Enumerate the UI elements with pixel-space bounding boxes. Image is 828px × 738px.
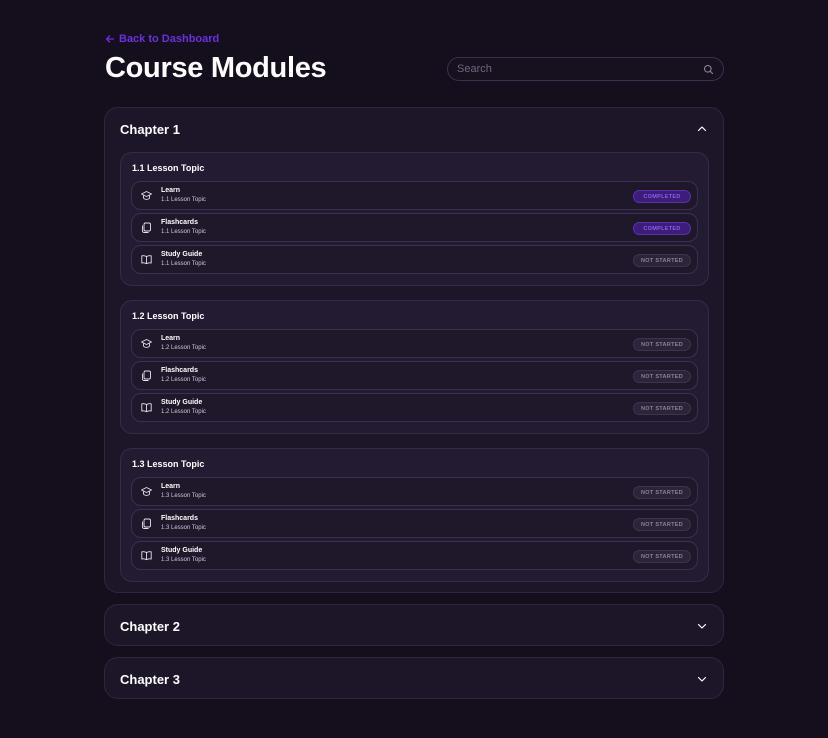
course-modules-page: Back to Dashboard Course Modules Chapter… — [0, 0, 828, 738]
chevron-up-icon[interactable] — [696, 123, 708, 135]
lesson-item-study-guide[interactable]: Study Guide 1.3 Lesson Topic NOT STARTED — [131, 541, 698, 570]
lesson-item-study-guide[interactable]: Study Guide 1.1 Lesson Topic NOT STARTED — [131, 245, 698, 274]
graduation-cap-icon — [140, 189, 153, 202]
status-badge: NOT STARTED — [633, 402, 691, 415]
status-badge: NOT STARTED — [633, 254, 691, 267]
item-subtitle: 1.2 Lesson Topic — [161, 409, 206, 415]
item-name: Study Guide — [161, 547, 203, 554]
lesson-item-study-guide[interactable]: Study Guide 1.2 Lesson Topic NOT STARTED — [131, 393, 698, 422]
lesson-item-flashcards[interactable]: Flashcards 1.3 Lesson Topic NOT STARTED — [131, 509, 698, 538]
lesson-item-learn[interactable]: Learn 1.2 Lesson Topic NOT STARTED — [131, 329, 698, 358]
status-badge: NOT STARTED — [633, 486, 691, 499]
item-name: Flashcards — [161, 367, 198, 374]
item-name: Learn — [161, 187, 181, 194]
lesson-item-learn[interactable]: Learn 1.3 Lesson Topic NOT STARTED — [131, 477, 698, 506]
item-name: Study Guide — [161, 251, 203, 258]
lesson-title: 1.1 Lesson Topic — [132, 163, 205, 173]
page-title: Course Modules — [105, 52, 327, 84]
chapter-1-panel: Chapter 1 1.1 Lesson Topic Learn 1.1 Les… — [104, 107, 724, 593]
item-subtitle: 1.1 Lesson Topic — [161, 229, 206, 235]
item-name: Flashcards — [161, 219, 198, 226]
book-icon — [140, 401, 153, 414]
back-link-label: Back to Dashboard — [119, 33, 220, 45]
status-badge: NOT STARTED — [633, 370, 691, 383]
chapter-title: Chapter 2 — [120, 618, 180, 634]
item-name: Study Guide — [161, 399, 203, 406]
lesson-item-flashcards[interactable]: Flashcards 1.2 Lesson Topic NOT STARTED — [131, 361, 698, 390]
status-badge: COMPLETED — [633, 190, 691, 203]
lesson-card: 1.1 Lesson Topic Learn 1.1 Lesson Topic … — [120, 152, 709, 286]
chapter-3-header[interactable]: Chapter 3 — [105, 658, 723, 700]
item-name: Flashcards — [161, 515, 198, 522]
book-icon — [140, 253, 153, 266]
item-name: Learn — [161, 483, 181, 490]
graduation-cap-icon — [140, 485, 153, 498]
item-name: Learn — [161, 335, 181, 342]
item-subtitle: 1.2 Lesson Topic — [161, 345, 206, 351]
status-badge: NOT STARTED — [633, 550, 691, 563]
lesson-title: 1.2 Lesson Topic — [132, 311, 205, 321]
chapter-3-panel[interactable]: Chapter 3 — [104, 657, 724, 699]
search-input[interactable] — [457, 63, 703, 75]
item-subtitle: 1.3 Lesson Topic — [161, 525, 206, 531]
chevron-down-icon[interactable] — [696, 620, 708, 632]
flashcards-icon — [140, 369, 153, 382]
chapter-title: Chapter 3 — [120, 671, 180, 687]
item-subtitle: 1.1 Lesson Topic — [161, 261, 206, 267]
status-badge: NOT STARTED — [633, 338, 691, 351]
search-icon[interactable] — [703, 64, 714, 75]
item-subtitle: 1.3 Lesson Topic — [161, 493, 206, 499]
status-badge: COMPLETED — [633, 222, 691, 235]
lesson-card: 1.2 Lesson Topic Learn 1.2 Lesson Topic … — [120, 300, 709, 434]
lesson-title: 1.3 Lesson Topic — [132, 459, 205, 469]
lesson-item-learn[interactable]: Learn 1.1 Lesson Topic COMPLETED — [131, 181, 698, 210]
search-box — [447, 57, 724, 81]
chapter-2-header[interactable]: Chapter 2 — [105, 605, 723, 647]
back-to-dashboard-link[interactable]: Back to Dashboard — [105, 33, 219, 45]
lesson-item-flashcards[interactable]: Flashcards 1.1 Lesson Topic COMPLETED — [131, 213, 698, 242]
status-badge: NOT STARTED — [633, 518, 691, 531]
graduation-cap-icon — [140, 337, 153, 350]
item-subtitle: 1.2 Lesson Topic — [161, 377, 206, 383]
arrow-left-icon — [105, 34, 115, 44]
item-subtitle: 1.1 Lesson Topic — [161, 197, 206, 203]
book-icon — [140, 549, 153, 562]
chevron-down-icon[interactable] — [696, 673, 708, 685]
item-subtitle: 1.3 Lesson Topic — [161, 557, 206, 563]
chapter-1-header[interactable]: Chapter 1 — [105, 108, 723, 150]
flashcards-icon — [140, 221, 153, 234]
flashcards-icon — [140, 517, 153, 530]
lesson-card: 1.3 Lesson Topic Learn 1.3 Lesson Topic … — [120, 448, 709, 582]
chapter-2-panel[interactable]: Chapter 2 — [104, 604, 724, 646]
chapter-title: Chapter 1 — [120, 121, 180, 137]
